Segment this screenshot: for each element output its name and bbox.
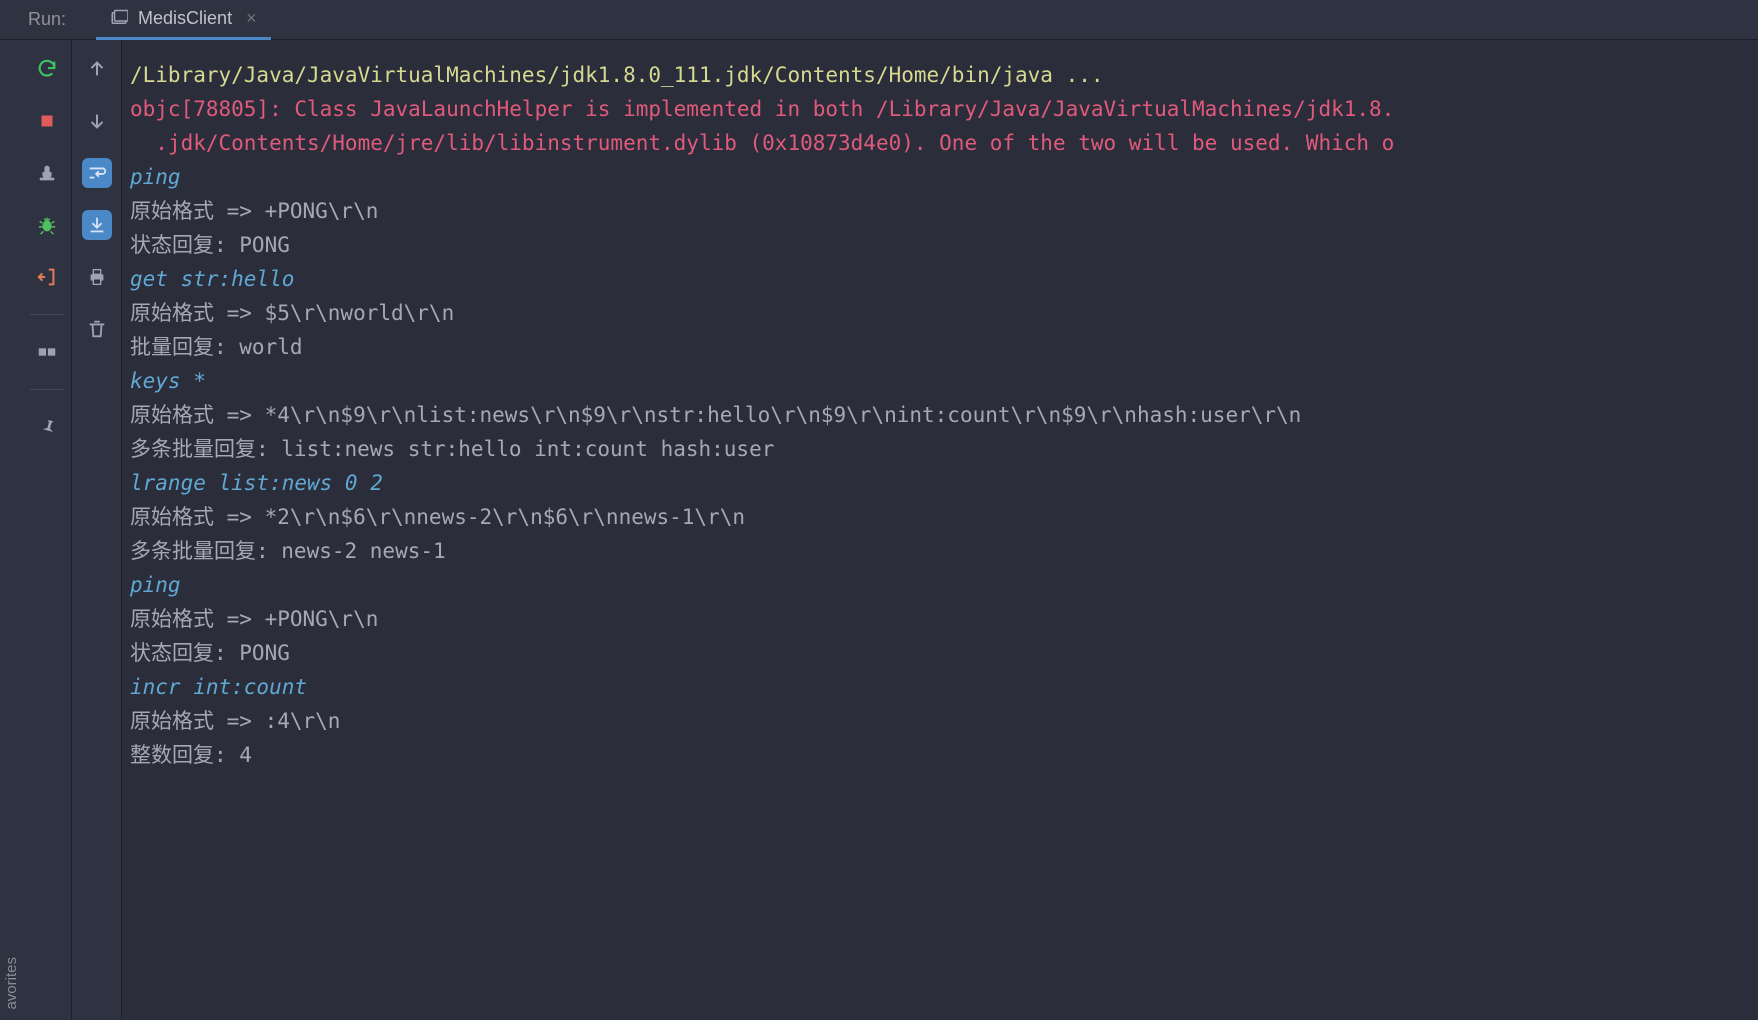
- console-line: 原始格式 => +PONG\r\n: [130, 602, 1758, 636]
- toolbar-separator: [30, 314, 64, 315]
- console-line: 多条批量回复: list:news str:hello int:count ha…: [130, 432, 1758, 466]
- close-icon[interactable]: ×: [246, 8, 257, 29]
- pin-button[interactable]: [32, 412, 62, 442]
- attach-debugger-button[interactable]: [32, 210, 62, 240]
- print-button[interactable]: [82, 262, 112, 292]
- run-tab-bar: Run: MedisClient ×: [0, 0, 1758, 40]
- console-line: 状态回复: PONG: [130, 636, 1758, 670]
- stop-button[interactable]: [32, 106, 62, 136]
- console-line: 多条批量回复: news-2 news-1: [130, 534, 1758, 568]
- run-toolbar-secondary: [72, 40, 122, 1020]
- rerun-button[interactable]: [32, 54, 62, 84]
- console-line: 原始格式 => +PONG\r\n: [130, 194, 1758, 228]
- console-line: 原始格式 => $5\r\nworld\r\n: [130, 296, 1758, 330]
- run-tab-medisclient[interactable]: MedisClient ×: [96, 0, 271, 40]
- left-gutter: avorites: [0, 40, 22, 1020]
- run-tab-title: MedisClient: [138, 8, 232, 29]
- console-line: lrange list:news 0 2: [130, 466, 1758, 500]
- dump-threads-button[interactable]: [32, 158, 62, 188]
- console-line: .jdk/Contents/Home/jre/lib/libinstrument…: [130, 126, 1758, 160]
- clear-all-button[interactable]: [82, 314, 112, 344]
- console-line: 批量回复: world: [130, 330, 1758, 364]
- soft-wrap-button[interactable]: [82, 158, 112, 188]
- console-line: 原始格式 => *2\r\n$6\r\nnews-2\r\n$6\r\nnews…: [130, 500, 1758, 534]
- favorites-tool-window-label[interactable]: avorites: [3, 957, 20, 1010]
- scroll-to-end-button[interactable]: [82, 210, 112, 240]
- console-line: keys *: [130, 364, 1758, 398]
- console-output[interactable]: /Library/Java/JavaVirtualMachines/jdk1.8…: [122, 40, 1758, 1020]
- console-line: get str:hello: [130, 262, 1758, 296]
- run-label: Run:: [28, 9, 66, 30]
- console-line: objc[78805]: Class JavaLaunchHelper is i…: [130, 92, 1758, 126]
- console-line: ping: [130, 160, 1758, 194]
- toolbar-separator: [30, 389, 64, 390]
- scroll-up-button[interactable]: [82, 54, 112, 84]
- console-line: 原始格式 => *4\r\n$9\r\nlist:news\r\n$9\r\ns…: [130, 398, 1758, 432]
- scroll-down-button[interactable]: [82, 106, 112, 136]
- application-icon: [110, 9, 128, 27]
- console-line: 整数回复: 4: [130, 738, 1758, 772]
- exit-button[interactable]: [32, 262, 62, 292]
- console-line: 状态回复: PONG: [130, 228, 1758, 262]
- console-line: ping: [130, 568, 1758, 602]
- run-toolbar-primary: [22, 40, 72, 1020]
- console-line: /Library/Java/JavaVirtualMachines/jdk1.8…: [130, 58, 1758, 92]
- console-line: incr int:count: [130, 670, 1758, 704]
- console-line: 原始格式 => :4\r\n: [130, 704, 1758, 738]
- layout-button[interactable]: [32, 337, 62, 367]
